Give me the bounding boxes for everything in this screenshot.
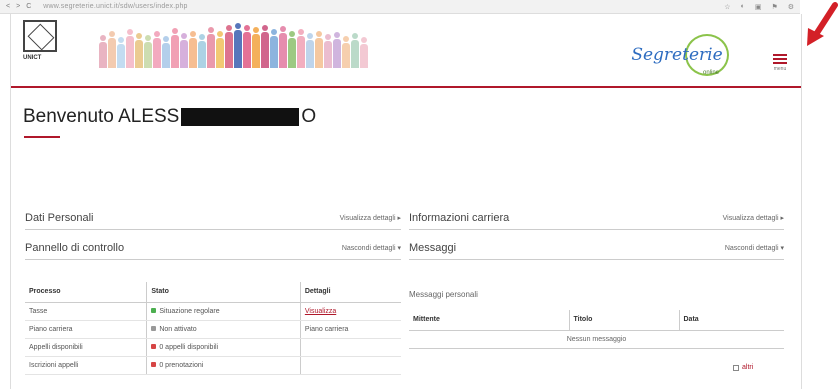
messages-subtitle: Messaggi personali bbox=[409, 290, 478, 299]
back-icon[interactable]: < bbox=[6, 3, 10, 10]
table-row: Tasse Situazione regolare Visualizza bbox=[25, 302, 401, 321]
details-link[interactable]: Visualizza bbox=[305, 308, 336, 315]
table-row: Piano carriera Non attivato Piano carrie… bbox=[25, 320, 401, 339]
process-name: Appelli disponibili bbox=[25, 338, 148, 357]
process-status: Situazione regolare bbox=[146, 302, 301, 321]
toggle-details-link[interactable]: Nascondi dettagli ▾ bbox=[342, 244, 401, 252]
process-details[interactable]: Visualizza bbox=[300, 302, 401, 321]
panel-informazioni-carriera[interactable]: Informazioni carriera Visualizza dettagl… bbox=[409, 206, 784, 230]
brand-logo[interactable]: Segreterie online bbox=[623, 34, 731, 76]
table-row: Appelli disponibili 0 appelli disponibil… bbox=[25, 338, 401, 357]
column-header: Dettagli bbox=[300, 282, 401, 303]
column-header: Processo bbox=[25, 282, 148, 303]
more-messages-label[interactable]: altri bbox=[742, 364, 753, 371]
browser-extension-icons: ☆ ◐ ▣ ⚑ ⚙ bbox=[724, 3, 794, 11]
logo-caption: UNICT bbox=[23, 55, 42, 61]
welcome-text-prefix: Benvenuto ALESS bbox=[23, 106, 180, 127]
column-header: Mittente bbox=[409, 310, 569, 331]
browser-menu-icon[interactable]: ⚙ bbox=[788, 3, 794, 11]
column-header: Titolo bbox=[568, 310, 679, 331]
extension-icon[interactable]: ▣ bbox=[755, 3, 762, 11]
shield-icon[interactable]: ◐ bbox=[741, 3, 745, 11]
table-row: Nessun messaggio bbox=[409, 330, 784, 349]
status-ok-icon bbox=[151, 308, 157, 314]
status-neutral-icon bbox=[151, 326, 157, 332]
title-underline bbox=[24, 136, 60, 138]
redacted-name bbox=[181, 108, 300, 126]
column-header: Data bbox=[678, 310, 784, 331]
address-bar[interactable]: www.segreterie.unict.it/sdw/users/index.… bbox=[43, 3, 187, 10]
process-table: Processo Stato Dettagli Tasse Situazione… bbox=[25, 282, 401, 375]
panel-title: Dati Personali bbox=[25, 211, 94, 224]
more-messages-link[interactable]: altri bbox=[733, 364, 753, 371]
panel-messaggi[interactable]: Messaggi Nascondi dettagli ▾ bbox=[409, 236, 784, 260]
page-title: Benvenuto ALESS O bbox=[23, 106, 316, 128]
annotation-arrow-icon bbox=[807, 2, 838, 46]
site-header: UNICT Segreterie online menu bbox=[11, 14, 801, 88]
toggle-details-link[interactable]: Nascondi dettagli ▾ bbox=[725, 244, 784, 252]
hamburger-menu-button[interactable]: menu bbox=[771, 52, 789, 76]
process-name: Tasse bbox=[25, 302, 148, 321]
process-details bbox=[300, 338, 401, 357]
process-details[interactable]: Piano carriera bbox=[300, 320, 401, 339]
people-banner bbox=[99, 24, 409, 68]
logo-emblem-icon bbox=[23, 20, 57, 52]
table-header-row: Processo Stato Dettagli bbox=[25, 282, 401, 303]
toggle-details-link[interactable]: Visualizza dettagli ▸ bbox=[723, 214, 784, 222]
panel-title: Messaggi bbox=[409, 241, 457, 254]
star-icon[interactable]: ☆ bbox=[724, 3, 730, 11]
table-header-row: Mittente Titolo Data bbox=[409, 310, 784, 331]
reload-icon[interactable]: C bbox=[26, 3, 31, 10]
page-frame: UNICT Segreterie online menu Benvenuto A… bbox=[10, 14, 802, 389]
forward-icon[interactable]: > bbox=[16, 3, 20, 10]
process-name: Piano carriera bbox=[25, 320, 148, 339]
details-link[interactable]: Piano carriera bbox=[305, 326, 349, 333]
process-status: 0 appelli disponibili bbox=[146, 338, 301, 357]
brand-subtitle: online bbox=[702, 70, 719, 76]
process-status: 0 prenotazioni bbox=[146, 356, 301, 375]
toggle-details-link[interactable]: Visualizza dettagli ▸ bbox=[340, 214, 401, 222]
welcome-text-suffix: O bbox=[301, 106, 317, 127]
browser-nav: < > C bbox=[6, 3, 31, 10]
panel-title: Pannello di controllo bbox=[25, 241, 125, 254]
brand-title: Segreterie bbox=[631, 45, 723, 65]
panel-title: Informazioni carriera bbox=[409, 211, 510, 224]
column-header: Stato bbox=[146, 282, 301, 303]
browser-toolbar: < > C www.segreterie.unict.it/sdw/users/… bbox=[0, 0, 800, 14]
list-icon bbox=[733, 364, 739, 371]
messages-table: Mittente Titolo Data Nessun messaggio bbox=[409, 310, 784, 349]
panel-pannello-controllo[interactable]: Pannello di controllo Nascondi dettagli … bbox=[25, 236, 401, 260]
hamburger-icon bbox=[773, 54, 787, 56]
flag-icon[interactable]: ⚑ bbox=[771, 3, 777, 11]
process-details bbox=[300, 356, 401, 375]
university-logo[interactable]: UNICT bbox=[23, 20, 59, 70]
process-status: Non attivato bbox=[146, 320, 301, 339]
process-name: Iscrizioni appelli bbox=[25, 356, 148, 375]
panel-dati-personali[interactable]: Dati Personali Visualizza dettagli ▸ bbox=[25, 206, 401, 230]
status-warning-icon bbox=[151, 344, 157, 350]
table-row: Iscrizioni appelli 0 prenotazioni bbox=[25, 356, 401, 375]
status-warning-icon bbox=[151, 362, 157, 368]
menu-label: menu bbox=[773, 66, 787, 72]
empty-messages-text: Nessun messaggio bbox=[409, 330, 784, 349]
